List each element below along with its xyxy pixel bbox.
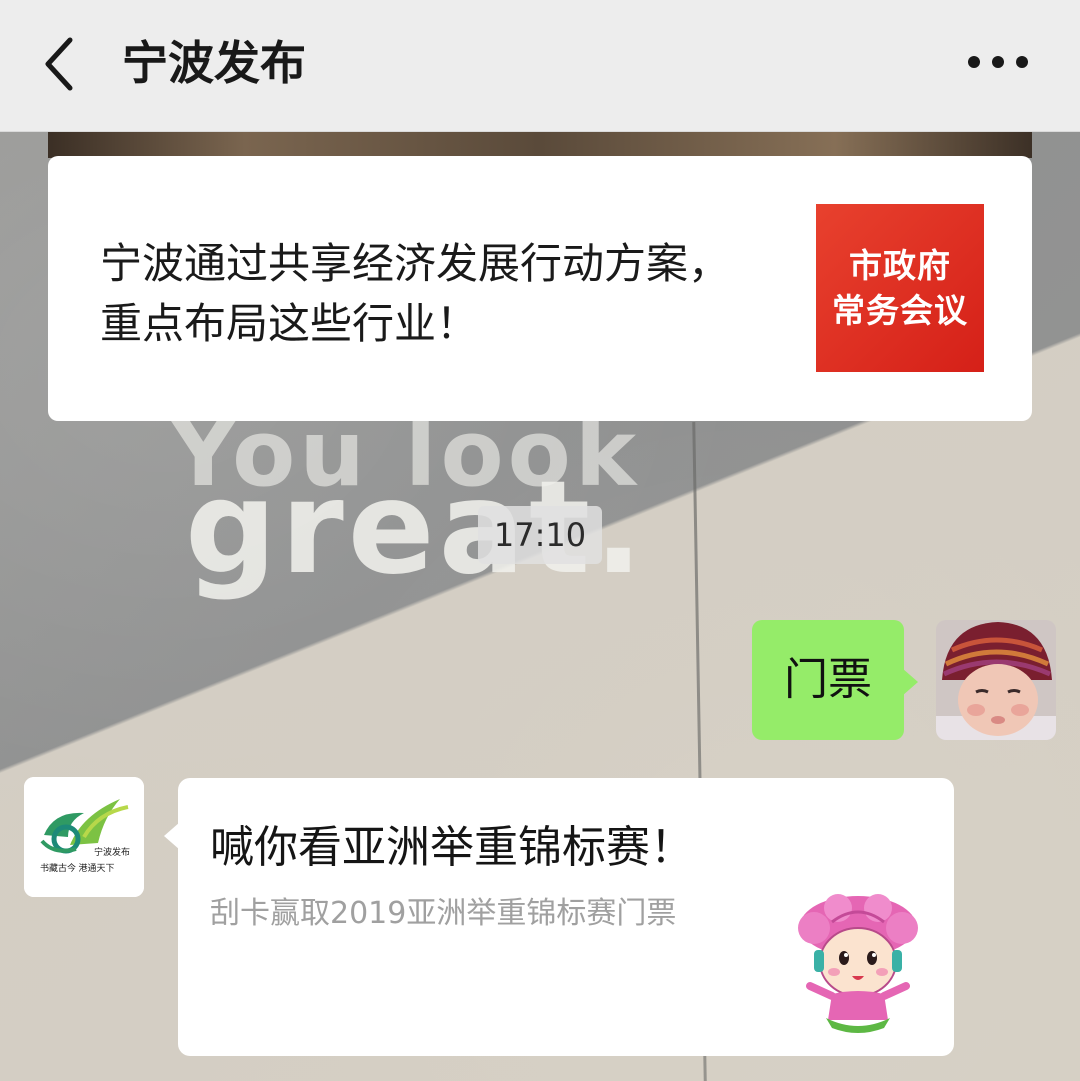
logo-name-text: 宁波发布 <box>94 846 130 857</box>
message-timestamp: 17:10 <box>478 506 602 564</box>
chevron-left-icon[interactable] <box>40 36 80 92</box>
article-thumbnail: 市政府 常务会议 <box>816 204 984 372</box>
user-avatar[interactable] <box>936 620 1056 740</box>
logo-slogan-text: 书藏古今 港通天下 <box>40 862 115 873</box>
chat-header: 宁波发布 <box>0 0 1080 132</box>
card-description: 刮卡赢取2019亚洲举重锦标赛门票 <box>210 896 677 931</box>
bubble-tail <box>902 668 918 696</box>
thumbnail-line-2: 常务会议 <box>832 291 968 330</box>
chat-title: 宁波发布 <box>122 36 306 90</box>
outgoing-message-bubble[interactable]: 门票 <box>752 620 918 740</box>
article-cover-strip <box>48 132 1032 158</box>
outgoing-message-text: 门票 <box>784 654 872 705</box>
article-title: 宁波通过共享经济发展行动方案，重点布局这些行业！ <box>100 239 731 348</box>
bubble-tail <box>164 822 180 850</box>
mascot-illustration <box>792 892 924 1034</box>
card-title: 喊你看亚洲举重锦标赛！ <box>210 822 694 873</box>
account-avatar[interactable]: 宁波发布 书藏古今 港通天下 <box>24 777 144 897</box>
article-message-card[interactable]: 宁波通过共享经济发展行动方案，重点布局这些行业！ 市政府 常务会议 <box>48 156 1032 421</box>
incoming-card-message[interactable]: 喊你看亚洲举重锦标赛！ 刮卡赢取2019亚洲举重锦标赛门票 <box>164 778 954 1056</box>
thumbnail-line-1: 市政府 <box>849 246 951 285</box>
ellipsis-icon[interactable] <box>968 56 1028 72</box>
